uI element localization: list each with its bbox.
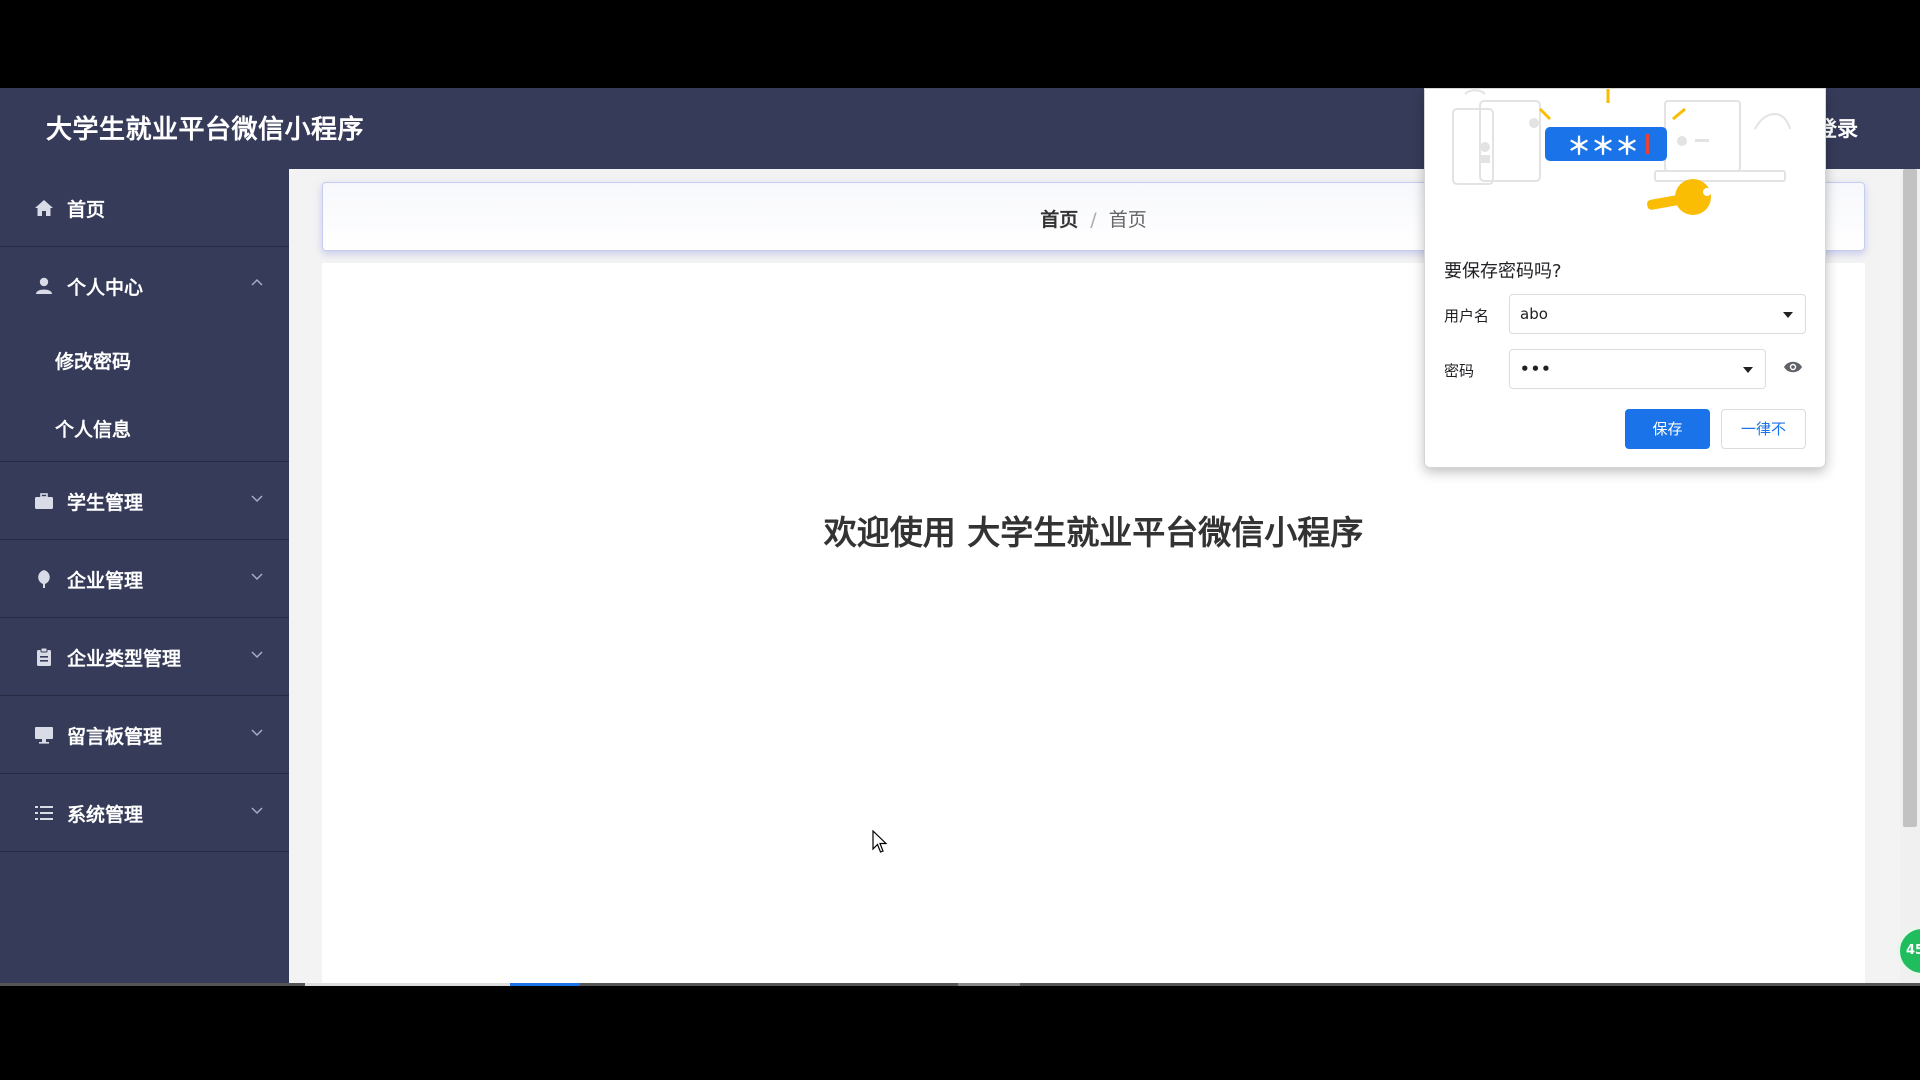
sidebar-item-message-board-management[interactable]: 留言板管理 <box>0 696 289 774</box>
list-icon <box>33 802 55 824</box>
username-value: abo <box>1520 305 1548 323</box>
strip-segment <box>305 983 510 986</box>
eye-icon[interactable] <box>1783 359 1803 373</box>
sidebar-item-personal-center[interactable]: 个人中心 <box>0 247 289 325</box>
strip-segment <box>958 983 1020 986</box>
briefcase-icon <box>33 490 55 512</box>
welcome-heading: 欢迎使用 大学生就业平台微信小程序 <box>823 513 1364 552</box>
browser-viewport: 大学生就业平台微信小程序 退出登录 首页 个人中心 <box>0 88 1920 986</box>
password-field[interactable]: ••• <box>1509 349 1766 389</box>
breadcrumb-separator: / <box>1090 209 1097 231</box>
sidebar-subitem-label: 修改密码 <box>55 351 132 373</box>
never-save-button[interactable]: 一律不 <box>1721 409 1806 449</box>
save-password-button[interactable]: 保存 <box>1625 409 1710 449</box>
sidebar-item-label: 学生管理 <box>67 492 144 514</box>
sidebar-item-enterprise-type-management[interactable]: 企业类型管理 <box>0 618 289 696</box>
breadcrumb-current: 首页 <box>1108 209 1147 231</box>
illustration-asterisks: ＊＊＊ <box>1567 132 1639 160</box>
save-password-dialog: ＊＊＊ 要保存密码吗? 用户名 abo 密码 ••• 保存 一律不 <box>1424 88 1826 468</box>
sidebar-item-label: 系统管理 <box>67 804 144 826</box>
password-label: 密码 <box>1444 362 1475 380</box>
vertical-scrollbar[interactable] <box>1900 169 1920 986</box>
chevron-down-icon <box>251 645 263 659</box>
password-value: ••• <box>1520 360 1552 378</box>
leaf-icon <box>33 568 55 590</box>
clipboard-icon <box>33 646 55 668</box>
home-icon <box>33 197 55 219</box>
dropdown-caret-icon <box>1783 312 1793 318</box>
sidebar-item-label: 企业类型管理 <box>67 648 182 670</box>
username-field[interactable]: abo <box>1509 294 1806 334</box>
scrollbar-thumb[interactable] <box>1903 169 1917 827</box>
sidebar-group-personal-center: 个人中心 修改密码 个人信息 <box>0 247 289 462</box>
chevron-down-icon <box>251 723 263 737</box>
sidebar-item-label: 个人中心 <box>67 277 144 299</box>
sidebar-item-label: 首页 <box>67 199 106 221</box>
sidebar-subitem-personal-info[interactable]: 个人信息 <box>0 393 289 461</box>
sidebar-item-enterprise-management[interactable]: 企业管理 <box>0 540 289 618</box>
app-title: 大学生就业平台微信小程序 <box>46 115 365 145</box>
password-illustration: ＊＊＊ <box>1425 89 1827 239</box>
sidebar-item-label: 留言板管理 <box>67 726 163 748</box>
sidebar-subitem-change-password[interactable]: 修改密码 <box>0 325 289 393</box>
mouse-cursor-icon <box>872 830 888 853</box>
user-icon <box>33 275 55 297</box>
bottom-progress-strip <box>0 983 1920 986</box>
sidebar-subitem-label: 个人信息 <box>55 419 132 441</box>
breadcrumb-home-link[interactable]: 首页 <box>1040 209 1078 231</box>
chevron-down-icon <box>251 567 263 581</box>
monitor-icon <box>33 724 55 746</box>
chevron-up-icon <box>251 274 263 286</box>
sidebar-item-student-management[interactable]: 学生管理 <box>0 462 289 540</box>
chevron-down-icon <box>251 489 263 503</box>
sidebar: 首页 个人中心 修改密码 个人信息 学生管理 企业管理 企业类型管理 留言板管理… <box>0 169 289 986</box>
dialog-title: 要保存密码吗? <box>1444 261 1562 282</box>
strip-segment-active <box>510 983 580 986</box>
sidebar-item-label: 企业管理 <box>67 570 144 592</box>
dropdown-caret-icon <box>1743 367 1753 373</box>
sidebar-item-system-management[interactable]: 系统管理 <box>0 774 289 852</box>
username-label: 用户名 <box>1444 307 1490 325</box>
screen: 大学生就业平台微信小程序 退出登录 首页 个人中心 <box>0 0 1920 1080</box>
chevron-down-icon <box>251 801 263 815</box>
sidebar-item-home[interactable]: 首页 <box>0 169 289 247</box>
